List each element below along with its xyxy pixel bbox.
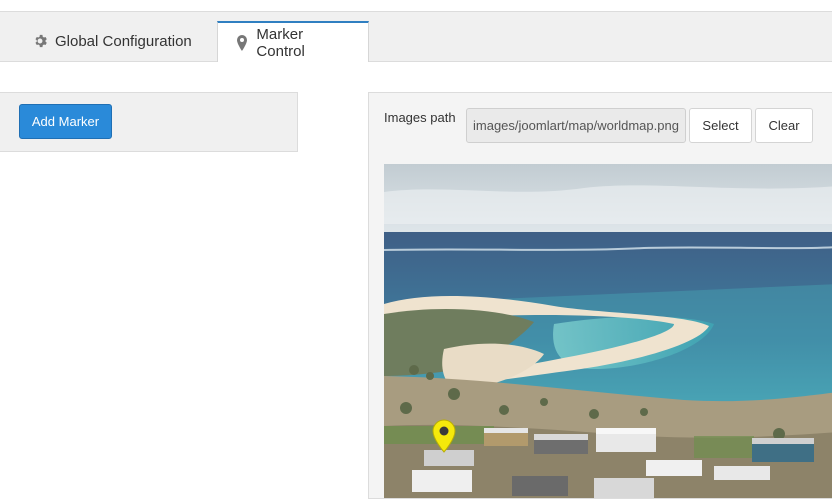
map-marker-pin-icon[interactable]	[431, 419, 457, 453]
tab-bar: Global Configuration Marker Control	[0, 12, 832, 62]
gear-icon	[32, 33, 48, 49]
map-pin-icon	[234, 34, 249, 51]
map-image[interactable]	[384, 164, 832, 498]
tab-global-configuration[interactable]: Global Configuration	[18, 21, 206, 61]
marker-list-panel: Add Marker	[0, 92, 298, 152]
clear-button[interactable]: Clear	[755, 108, 813, 143]
add-marker-button[interactable]: Add Marker	[19, 104, 112, 139]
images-path-label: Images path	[384, 110, 456, 125]
map-preview-panel: Images path images/joomlart/map/worldmap…	[368, 92, 832, 499]
tab-marker-control[interactable]: Marker Control	[217, 21, 369, 62]
select-button[interactable]: Select	[689, 108, 752, 143]
top-bar	[0, 0, 832, 12]
tab-label: Global Configuration	[55, 32, 192, 50]
tab-label: Marker Control	[256, 25, 305, 60]
images-path-input[interactable]: images/joomlart/map/worldmap.png	[466, 108, 686, 143]
